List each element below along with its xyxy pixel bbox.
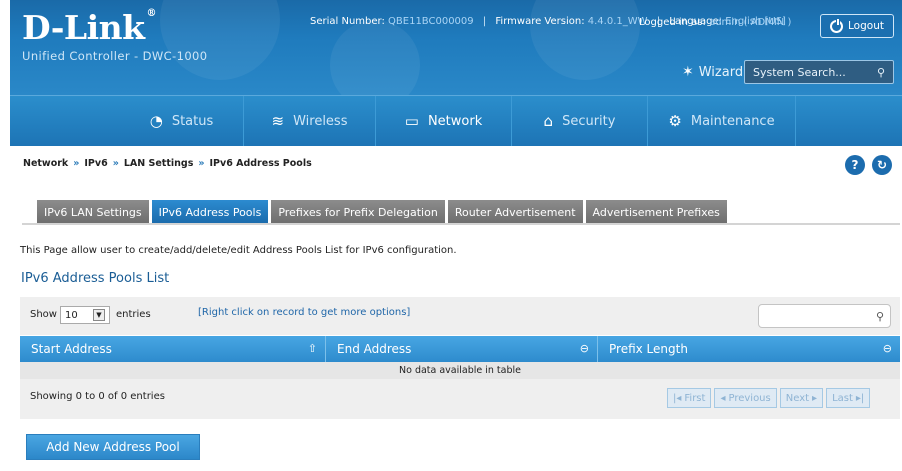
breadcrumb-lan-settings[interactable]: LAN Settings	[124, 158, 194, 169]
entries-label: entries	[116, 309, 151, 320]
table-controls: Show 10 ▼ entries [Right click on record…	[20, 297, 900, 335]
pagination: |◂ First ◂ Previous Next ▸ Last ▸|	[667, 388, 871, 408]
page-description: This Page allow user to create/add/delet…	[20, 245, 457, 256]
tab-router-advertisement[interactable]: Router Advertisement	[447, 200, 583, 224]
system-search-input[interactable]: System Search... ⚲	[744, 60, 894, 84]
tab-bar: IPv6 LAN Settings IPv6 Address Pools Pre…	[37, 200, 727, 224]
first-page-button[interactable]: |◂ First	[667, 388, 712, 408]
lock-icon: ⌂	[543, 112, 554, 130]
wand-icon: ✶	[682, 64, 694, 80]
header: D-Link ® Unified Controller - DWC-1000 Se…	[10, 0, 902, 95]
add-address-pool-button[interactable]: Add New Address Pool	[26, 434, 200, 460]
show-label: Show	[30, 309, 57, 320]
previous-page-button[interactable]: ◂ Previous	[714, 388, 777, 408]
search-icon: ⚲	[875, 310, 884, 323]
section-title: IPv6 Address Pools List	[21, 271, 170, 286]
column-start-address[interactable]: Start Address ⇧	[20, 336, 326, 362]
gears-icon: ⚙	[668, 112, 682, 130]
next-icon: ▸	[812, 392, 818, 404]
table-search-input[interactable]: ⚲	[758, 304, 891, 328]
empty-table-message: No data available in table	[20, 362, 900, 379]
product-subtitle: Unified Controller - DWC-1000	[22, 49, 208, 63]
dropdown-arrow-icon: ▼	[93, 309, 105, 321]
wizard-link[interactable]: ✶ Wizard	[682, 64, 743, 80]
wifi-icon: ≋	[271, 112, 285, 130]
refresh-icon[interactable]: ↻	[872, 155, 892, 175]
tab-advertisement-prefixes[interactable]: Advertisement Prefixes	[585, 200, 727, 224]
last-icon: ▸|	[855, 392, 865, 404]
tab-divider	[22, 223, 900, 225]
power-icon	[830, 18, 844, 33]
breadcrumb-current: IPv6 Address Pools	[209, 158, 312, 169]
monitor-icon: ▭	[404, 112, 419, 130]
next-page-button[interactable]: Next ▸	[779, 388, 824, 408]
search-icon: ⚲	[876, 65, 885, 79]
first-icon: |◂	[673, 392, 682, 404]
tab-ipv6-lan-settings[interactable]: IPv6 LAN Settings	[37, 200, 149, 224]
main-nav: ◔ Status ≋ Wireless ▭ Network ⌂ Security…	[10, 95, 902, 146]
table-header: Start Address ⇧ End Address ⊖ Prefix Len…	[20, 336, 900, 362]
column-prefix-length[interactable]: Prefix Length ⊖	[598, 336, 900, 362]
sort-icon: ⊖	[882, 342, 892, 355]
breadcrumb-ipv6[interactable]: IPv6	[84, 158, 107, 169]
last-page-button[interactable]: Last ▸|	[826, 388, 871, 408]
nav-status[interactable]: ◔ Status	[120, 96, 244, 146]
dashboard-icon: ◔	[149, 112, 163, 130]
tab-prefix-delegation[interactable]: Prefixes for Prefix Delegation	[271, 200, 445, 224]
column-end-address[interactable]: End Address ⊖	[326, 336, 598, 362]
prev-icon: ◂	[720, 392, 726, 404]
table-footer: Showing 0 to 0 of 0 entries |◂ First ◂ Pre…	[20, 379, 900, 419]
login-status: Logged in as: admin ( ADMIN )	[639, 17, 792, 28]
nav-network[interactable]: ▭ Network	[376, 96, 512, 146]
nav-maintenance[interactable]: ⚙ Maintenance	[648, 96, 796, 146]
context-hint: [Right click on record to get more optio…	[198, 307, 411, 318]
logout-button[interactable]: Logout	[820, 14, 894, 38]
help-icon[interactable]: ?	[845, 155, 865, 175]
sort-icon: ⊖	[579, 342, 589, 355]
breadcrumb-network[interactable]: Network	[23, 158, 68, 169]
dlink-logo: D-Link ®	[22, 8, 157, 47]
nav-wireless[interactable]: ≋ Wireless	[244, 96, 376, 146]
breadcrumb: Network» IPv6» LAN Settings» IPv6 Address P…	[23, 158, 312, 169]
page-size-select[interactable]: 10 ▼	[60, 306, 110, 324]
tab-ipv6-address-pools[interactable]: IPv6 Address Pools	[151, 200, 269, 224]
nav-security[interactable]: ⌂ Security	[512, 96, 648, 146]
table-info: Showing 0 to 0 of 0 entries	[30, 391, 165, 402]
serial-number: QBE11BC000009	[388, 16, 474, 27]
sort-asc-icon: ⇧	[307, 342, 317, 355]
